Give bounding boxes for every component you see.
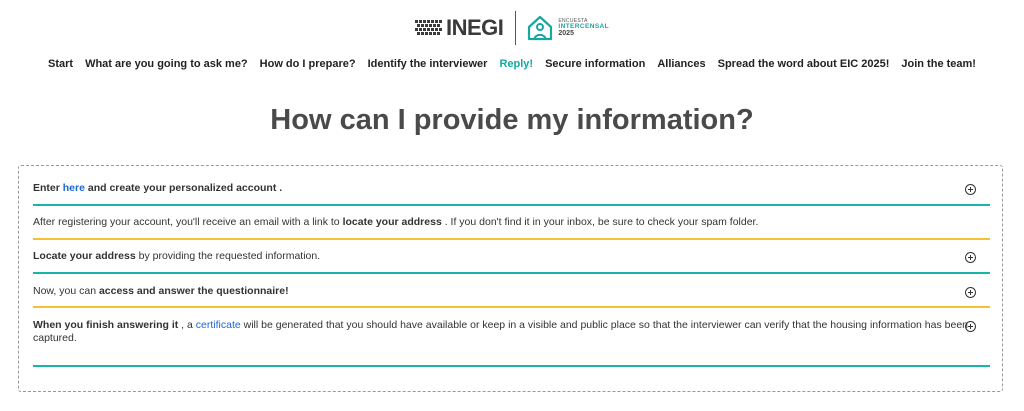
site-header: INEGI ENCUESTA INTERCENSAL 2025 (0, 8, 1024, 48)
eic-logo[interactable]: ENCUESTA INTERCENSAL 2025 (526, 14, 609, 42)
logo-divider (515, 11, 517, 45)
nav-item-start[interactable]: Start (48, 58, 73, 70)
expand-plus-icon[interactable] (965, 252, 976, 263)
expand-plus-icon[interactable] (965, 321, 976, 332)
accordion-item-text: After registering your account, you'll r… (33, 216, 759, 228)
nav-item-identify-interviewer[interactable]: Identify the interviewer (368, 58, 488, 70)
accordion-divider (33, 306, 990, 308)
steps-accordion: Enter here and create your personalized … (18, 165, 1003, 392)
accordion-item-text: Locate your address by providing the req… (33, 250, 321, 262)
accordion-item-text: Enter here and create your personalized … (33, 182, 283, 194)
eic-logo-text: ENCUESTA INTERCENSAL 2025 (558, 18, 609, 38)
nav-item-secure-information[interactable]: Secure information (545, 58, 645, 70)
nav-item-reply[interactable]: Reply! (499, 58, 533, 70)
inegi-logo-mark-icon (414, 20, 442, 35)
expand-plus-icon[interactable] (965, 287, 976, 298)
accordion-item-certificate[interactable]: When you finish answering it , a certifi… (33, 317, 990, 347)
here-link[interactable]: here (63, 182, 85, 194)
inegi-logo[interactable]: INEGI (414, 15, 504, 41)
nav-item-spread-word[interactable]: Spread the word about EIC 2025! (718, 58, 890, 70)
accordion-divider (33, 204, 990, 206)
accordion-item-text: Now, you can access and answer the quest… (33, 285, 289, 297)
nav-item-join-team[interactable]: Join the team! (901, 58, 976, 70)
nav-item-alliances[interactable]: Alliances (657, 58, 705, 70)
expand-plus-icon[interactable] (965, 184, 976, 195)
certificate-link[interactable]: certificate (196, 319, 241, 331)
accordion-item-text: When you finish answering it , a certifi… (33, 319, 969, 344)
accordion-item-locate-address[interactable]: Locate your address by providing the req… (33, 248, 990, 264)
accordion-divider (33, 365, 990, 367)
accordion-item-email-link[interactable]: After registering your account, you'll r… (33, 214, 990, 230)
inegi-logo-text: INEGI (445, 15, 504, 40)
accordion-divider (33, 272, 990, 274)
accordion-item-answer-questionnaire[interactable]: Now, you can access and answer the quest… (33, 283, 990, 299)
eic-logo-line3: 2025 (558, 30, 574, 38)
house-person-icon (528, 15, 553, 41)
page-title: How can I provide my information? (270, 104, 754, 136)
nav-item-what-ask[interactable]: What are you going to ask me? (85, 58, 248, 70)
accordion-item-create-account[interactable]: Enter here and create your personalized … (33, 180, 990, 196)
nav-item-how-prepare[interactable]: How do I prepare? (260, 58, 356, 70)
accordion-divider (33, 238, 990, 240)
main-nav: Start What are you going to ask me? How … (0, 55, 1024, 73)
